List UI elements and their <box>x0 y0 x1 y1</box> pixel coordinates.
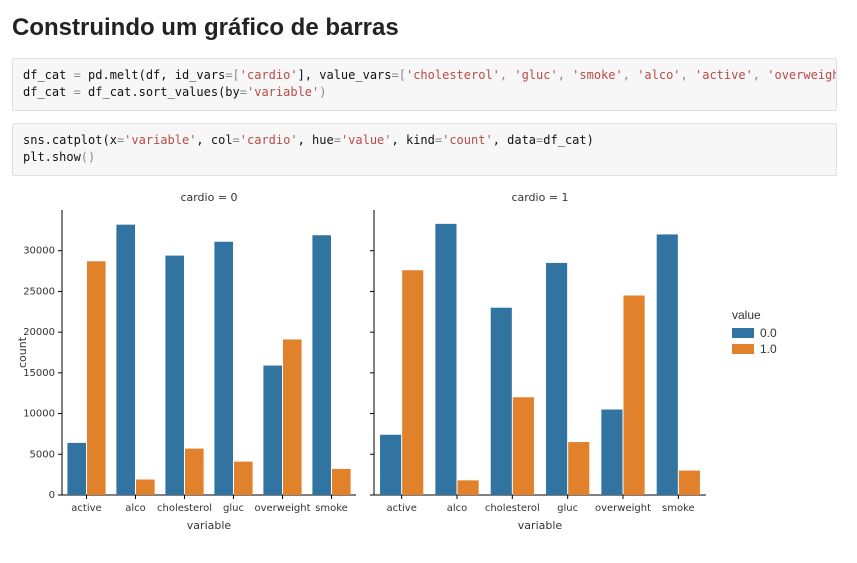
facet-title: cardio = 0 <box>180 191 237 204</box>
bar-overweight-0.0 <box>601 409 622 495</box>
code-cell-0: df_cat = pd.melt(df, id_vars=['cardio'],… <box>12 58 837 111</box>
bar-overweight-0.0 <box>263 365 282 494</box>
bar-active-0.0 <box>380 434 401 494</box>
y-tick-label: 20000 <box>23 327 55 338</box>
facet-1: cardio = 1 active alco cholesterol gluc overw… <box>362 188 712 543</box>
legend-label: 1.0 <box>760 342 777 356</box>
facet-title: cardio = 1 <box>511 191 568 204</box>
bar-alco-0.0 <box>116 224 135 494</box>
bar-smoke-1.0 <box>679 470 700 494</box>
bar-gluc-0.0 <box>214 241 233 494</box>
x-tick-label: smoke <box>315 503 348 514</box>
x-axis-title: variable <box>518 519 563 532</box>
bar-gluc-0.0 <box>546 262 567 494</box>
y-tick-label: 10000 <box>23 408 55 419</box>
x-tick-label: alco <box>447 503 468 514</box>
legend-title: value <box>732 308 777 322</box>
y-tick-label: 30000 <box>23 245 55 256</box>
bar-overweight-1.0 <box>283 339 302 495</box>
bar-smoke-1.0 <box>332 469 351 495</box>
chart-output: cardio = 0 0 5000 10000 15000 20000 25000 30000… <box>12 188 837 543</box>
x-tick-label: gluc <box>557 503 578 514</box>
bar-active-1.0 <box>87 261 106 495</box>
x-tick-label: overweight <box>595 503 651 514</box>
x-tick-label: smoke <box>662 503 695 514</box>
bar-alco-1.0 <box>458 480 479 495</box>
bar-gluc-1.0 <box>568 442 589 495</box>
bar-cholesterol-0.0 <box>165 255 184 494</box>
legend-item-0: 0.0 <box>732 326 777 340</box>
bar-smoke-0.0 <box>657 234 678 495</box>
bar-overweight-1.0 <box>624 295 645 495</box>
y-tick-label: 15000 <box>23 367 55 378</box>
x-axis-title: variable <box>187 519 232 532</box>
bar-active-0.0 <box>67 442 86 494</box>
x-tick-label: cholesterol <box>485 503 540 514</box>
legend-item-1: 1.0 <box>732 342 777 356</box>
x-tick-label: gluc <box>223 503 244 514</box>
y-tick-label: 0 <box>49 490 55 501</box>
legend-swatch <box>732 328 754 338</box>
x-tick-label: cholesterol <box>157 503 212 514</box>
y-tick-label: 25000 <box>23 286 55 297</box>
bar-cholesterol-1.0 <box>185 448 204 494</box>
x-tick-label: active <box>71 503 101 514</box>
bar-smoke-0.0 <box>312 235 331 495</box>
bar-gluc-1.0 <box>234 461 253 494</box>
y-axis-title: count <box>16 336 29 368</box>
code-cell-1: sns.catplot(x='variable', col='cardio', … <box>12 123 837 176</box>
x-tick-label: overweight <box>254 503 310 514</box>
bar-alco-0.0 <box>435 223 456 494</box>
bar-active-1.0 <box>402 270 423 495</box>
page-title: Construindo um gráfico de barras <box>12 14 837 42</box>
bar-cholesterol-0.0 <box>491 307 512 494</box>
bar-alco-1.0 <box>136 479 155 494</box>
facet-0: cardio = 0 0 5000 10000 15000 20000 25000 30000… <box>12 188 362 543</box>
y-tick-label: 5000 <box>30 449 55 460</box>
legend: value 0.0 1.0 <box>732 308 777 358</box>
bar-cholesterol-1.0 <box>513 397 534 495</box>
facet-grid: cardio = 0 0 5000 10000 15000 20000 25000 30000… <box>12 188 712 543</box>
x-tick-label: active <box>386 503 416 514</box>
x-tick-label: alco <box>125 503 146 514</box>
legend-swatch <box>732 344 754 354</box>
legend-label: 0.0 <box>760 326 777 340</box>
